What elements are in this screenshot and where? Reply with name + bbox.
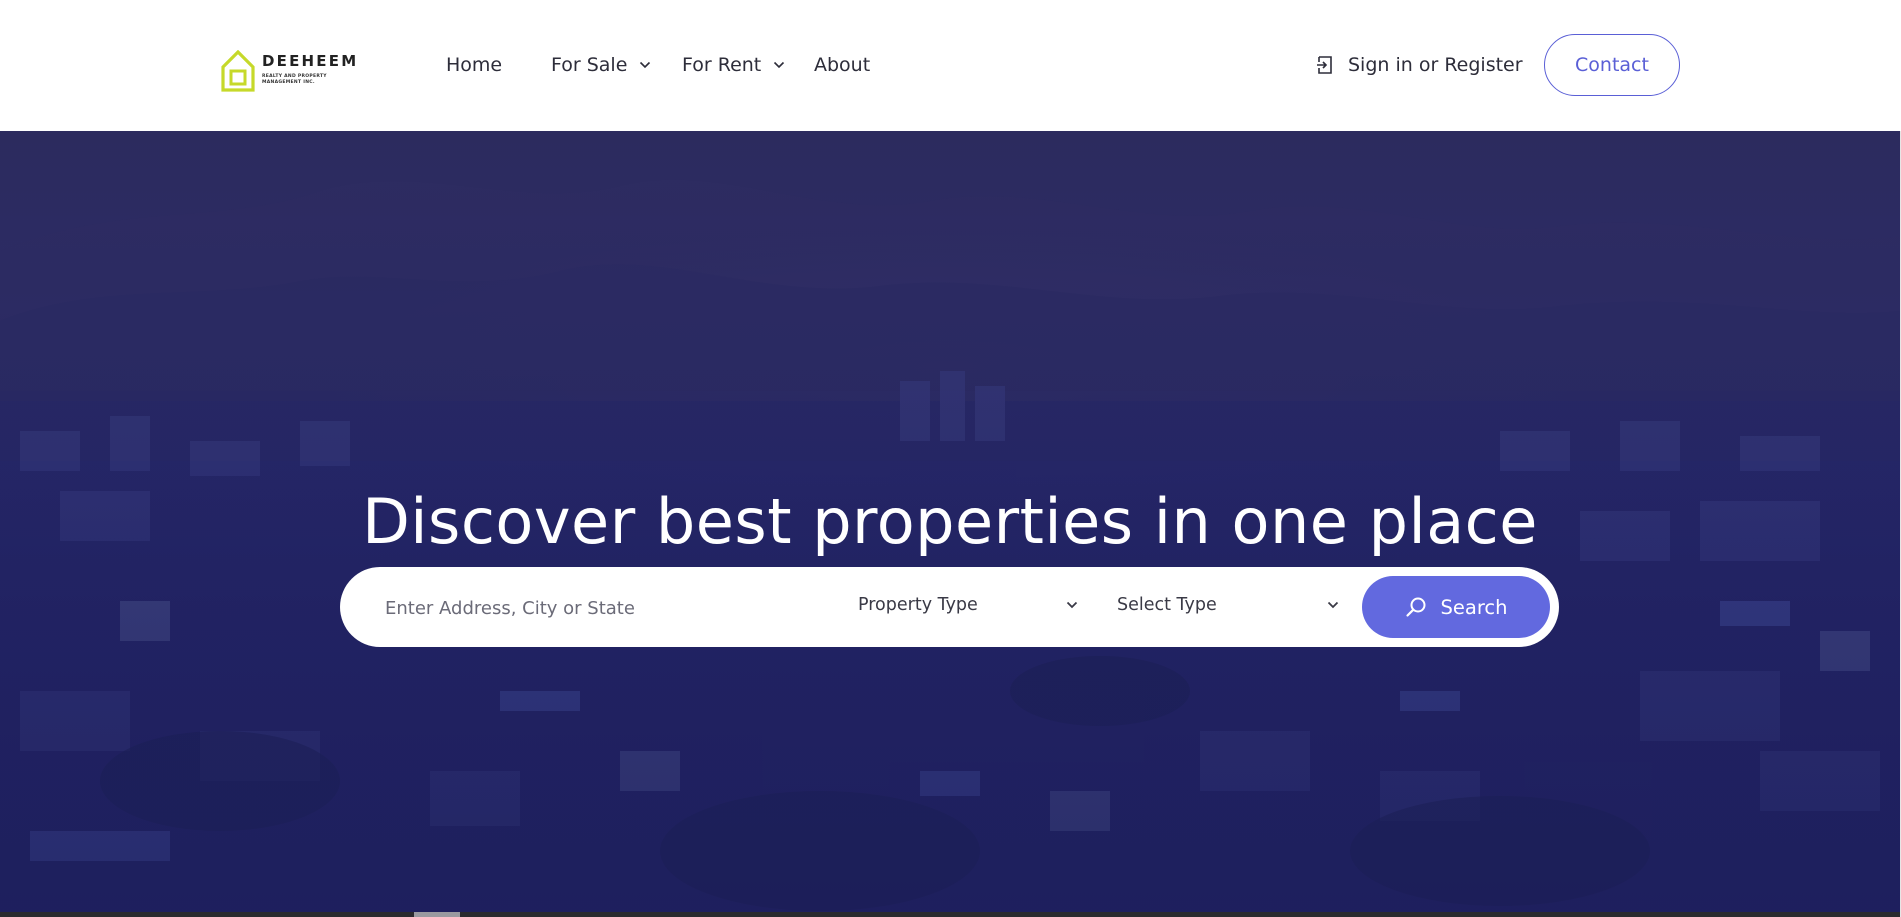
house-icon <box>221 50 255 92</box>
nav-about[interactable]: About <box>814 54 870 76</box>
property-type-value: Property Type <box>858 595 978 615</box>
nav-home-label: Home <box>446 54 503 76</box>
chevron-down-icon <box>774 61 785 69</box>
search-icon <box>1405 597 1425 617</box>
hero-title: Discover best properties in one place <box>362 484 1538 558</box>
nav-about-label: About <box>814 54 871 76</box>
search-button-label: Search <box>1440 595 1508 619</box>
signin-label: Sign in or Register <box>1348 54 1523 76</box>
horizontal-scrollbar-thumb[interactable] <box>414 912 460 917</box>
signin-link[interactable]: Sign in or Register <box>1316 54 1523 76</box>
address-search-input[interactable] <box>383 589 807 627</box>
contact-button[interactable]: Contact <box>1544 34 1680 96</box>
login-icon <box>1317 56 1332 74</box>
chevron-down-icon <box>1327 601 1339 609</box>
listing-type-select[interactable]: Select Type <box>1117 585 1339 625</box>
nav-for-sale-label: For Sale <box>551 54 628 76</box>
nav-for-sale[interactable]: For Sale <box>551 54 651 76</box>
site-header: DEEHEEM REALTY AND PROPERTY MANAGEMENT I… <box>0 0 1901 131</box>
search-button[interactable]: Search <box>1362 576 1550 638</box>
contact-label: Contact <box>1575 54 1649 76</box>
chevron-down-icon <box>1066 601 1078 609</box>
property-search-bar: Property Type Select Type Search <box>340 567 1559 647</box>
hero-section: Discover best properties in one place Pr… <box>0 131 1900 917</box>
nav-for-rent-label: For Rent <box>682 54 762 76</box>
chevron-down-icon <box>640 61 651 69</box>
property-type-select[interactable]: Property Type <box>858 585 1078 625</box>
brand-name: DEEHEEM <box>262 52 359 70</box>
brand-logo[interactable]: DEEHEEM REALTY AND PROPERTY MANAGEMENT I… <box>221 50 356 92</box>
nav-for-rent[interactable]: For Rent <box>682 54 785 76</box>
listing-type-value: Select Type <box>1117 595 1217 615</box>
brand-tagline: REALTY AND PROPERTY MANAGEMENT INC. <box>262 74 327 85</box>
nav-home[interactable]: Home <box>446 54 502 76</box>
horizontal-scrollbar-track[interactable] <box>0 912 1900 917</box>
